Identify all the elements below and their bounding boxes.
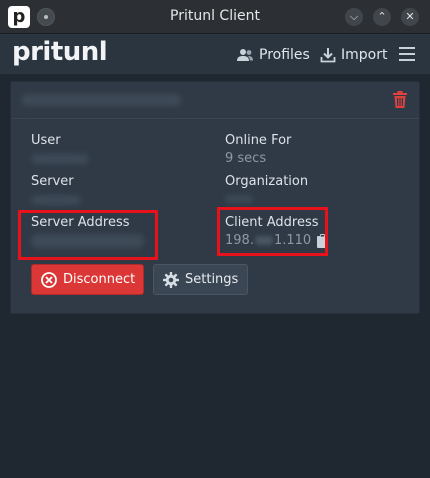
import-button[interactable]: Import (320, 45, 387, 65)
profile-card-header (11, 82, 419, 119)
gear-icon (163, 271, 179, 288)
online-for-label: Online For (225, 133, 292, 148)
settings-button[interactable]: Settings (153, 264, 248, 295)
settings-label: Settings (185, 272, 239, 287)
organization-label: Organization (225, 174, 309, 189)
disconnect-label: Disconnect (63, 272, 136, 287)
profile-card: User Server Server Address Online For 9 … (10, 81, 420, 314)
client-address-highlight-box (217, 207, 328, 256)
app-header: pritunl Profiles Import (0, 34, 430, 74)
disconnect-button[interactable]: Disconnect (31, 264, 144, 295)
organization-value-redacted (225, 195, 253, 203)
window-title: Pritunl Client (170, 8, 260, 24)
user-value-redacted (31, 154, 89, 164)
server-value-redacted (31, 195, 81, 205)
window-titlebar: p Pritunl Client ⌵ ⌃ ✕ (0, 0, 430, 34)
close-window-button[interactable]: ✕ (401, 8, 419, 26)
online-for-value: 9 secs (225, 151, 267, 166)
profiles-label: Profiles (259, 47, 310, 63)
server-label: Server (31, 174, 74, 189)
pritunl-logo: pritunl (12, 37, 108, 67)
trash-icon[interactable] (392, 91, 408, 109)
users-icon (237, 49, 253, 61)
hamburger-menu-icon[interactable] (399, 47, 415, 61)
maximize-button[interactable]: ⌃ (373, 8, 391, 26)
download-icon (320, 48, 336, 63)
user-label: User (31, 133, 61, 148)
import-label: Import (341, 47, 388, 63)
minimize-button[interactable]: ⌵ (345, 8, 363, 26)
profiles-button[interactable]: Profiles (236, 45, 310, 65)
profile-name-redacted (21, 94, 181, 106)
server-address-highlight-box (18, 210, 158, 260)
disconnect-icon (41, 271, 57, 288)
